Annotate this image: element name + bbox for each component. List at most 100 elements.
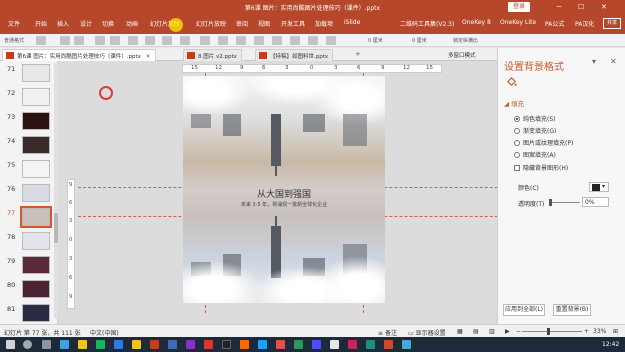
- thumbnail-79[interactable]: 79: [4, 255, 54, 279]
- folder-icon[interactable]: [78, 340, 87, 349]
- tab-animations[interactable]: 动画: [126, 19, 138, 28]
- app-icon[interactable]: [168, 340, 177, 349]
- paint-bucket-icon[interactable]: [506, 76, 517, 87]
- notes-button[interactable]: ≡ 备注: [378, 328, 397, 337]
- crop-icon[interactable]: [200, 36, 210, 45]
- thumbnail-76[interactable]: 76: [4, 183, 54, 207]
- arrange-icon[interactable]: [180, 36, 190, 45]
- fit-slide-icon[interactable]: ⊞: [613, 328, 618, 335]
- slideshow-view-icon[interactable]: ▶: [505, 328, 510, 335]
- reading-view-icon[interactable]: ▥: [489, 328, 495, 335]
- rotate-icon[interactable]: [326, 36, 336, 45]
- redo-icon[interactable]: [74, 36, 84, 45]
- app-icon[interactable]: [222, 340, 231, 349]
- brush-icon[interactable]: [36, 36, 46, 45]
- app-icon[interactable]: [186, 340, 195, 349]
- tab-file[interactable]: 文件: [8, 19, 20, 28]
- radio-gradient-fill[interactable]: 渐变填充(G): [514, 126, 556, 135]
- color-icon[interactable]: [290, 36, 300, 45]
- transparency-input[interactable]: 0%: [582, 197, 609, 207]
- app-icon[interactable]: [402, 340, 411, 349]
- taskbar-clock[interactable]: 12:42: [602, 341, 619, 348]
- share-button[interactable]: 共享: [603, 18, 621, 29]
- tab-addins[interactable]: 加载项: [315, 19, 333, 28]
- thumbnail-75[interactable]: 75: [4, 159, 54, 183]
- radio-dot[interactable]: [514, 140, 520, 146]
- thumbnail-73[interactable]: 73: [4, 111, 54, 135]
- zoom-out-icon[interactable]: −: [516, 328, 521, 335]
- app-icon[interactable]: [276, 340, 285, 349]
- radio-dot[interactable]: [514, 116, 520, 122]
- tab-review[interactable]: 审阅: [236, 19, 248, 28]
- minimize-icon[interactable]: ─: [553, 2, 565, 12]
- picture-icon[interactable]: [218, 36, 228, 45]
- multi-window-toggle[interactable]: 多窗口模式: [448, 51, 476, 59]
- tab-qrcode[interactable]: 二维码工具集(V2.3): [400, 19, 454, 28]
- tab-pa-formula[interactable]: PA公式: [545, 19, 564, 28]
- shape-icon[interactable]: [95, 36, 105, 45]
- tab-home[interactable]: 开始: [35, 19, 47, 28]
- app-icon[interactable]: [258, 340, 267, 349]
- radio-dot[interactable]: [514, 128, 520, 134]
- new-tab-icon[interactable]: +: [355, 50, 361, 58]
- reset-background-button[interactable]: 重置背景(B): [553, 304, 591, 316]
- format-painter-label[interactable]: 普通格式: [4, 37, 24, 44]
- thumbnail-77[interactable]: 77: [4, 206, 54, 231]
- slide-heading[interactable]: 从大国到强国: [183, 187, 385, 200]
- text-box-icon[interactable]: [254, 36, 264, 45]
- tab-transitions[interactable]: 切换: [102, 19, 114, 28]
- normal-view-icon[interactable]: ▦: [457, 328, 463, 335]
- login-button[interactable]: 登录: [508, 2, 530, 12]
- chevron-down-icon[interactable]: ▾: [592, 57, 596, 66]
- tab-onekey8[interactable]: OneKey 8: [462, 19, 491, 26]
- zoom-in-icon[interactable]: +: [584, 328, 589, 335]
- browser-icon[interactable]: [60, 340, 69, 349]
- apply-to-all-button[interactable]: 应用到全部(L): [503, 304, 545, 316]
- zoom-level[interactable]: 33%: [593, 328, 606, 335]
- font-icon[interactable]: [272, 36, 282, 45]
- table-icon[interactable]: [236, 36, 246, 45]
- radio-dot[interactable]: [514, 152, 520, 158]
- app-icon[interactable]: [366, 340, 375, 349]
- tab-view[interactable]: 视图: [258, 19, 270, 28]
- app-icon[interactable]: [330, 340, 339, 349]
- thumbnail-71[interactable]: 71: [4, 63, 54, 87]
- tab-design[interactable]: 设计: [80, 19, 92, 28]
- close-icon[interactable]: ✕: [598, 2, 610, 12]
- slider-handle[interactable]: [549, 199, 552, 206]
- line-icon[interactable]: [110, 36, 120, 45]
- zoom-handle[interactable]: [547, 328, 550, 335]
- start-icon[interactable]: [6, 340, 15, 349]
- display-settings-button[interactable]: ▭ 显示器设置: [408, 328, 446, 337]
- app-icon[interactable]: [294, 340, 303, 349]
- tab-islide[interactable]: iSlide: [344, 19, 360, 26]
- app-icon[interactable]: [348, 340, 357, 349]
- width-field[interactable]: 0 厘米: [412, 37, 427, 44]
- tab-pa-cn[interactable]: PA汉化: [575, 19, 594, 28]
- undo-icon[interactable]: [60, 36, 70, 45]
- tab-developer[interactable]: 开发工具: [281, 19, 305, 28]
- app-icon[interactable]: [384, 340, 393, 349]
- search-icon[interactable]: [23, 340, 32, 349]
- transparency-slider[interactable]: [549, 199, 580, 206]
- close-tab-icon[interactable]: ✕: [146, 54, 151, 60]
- lock-aspect-label[interactable]: 锁定纵横比: [453, 37, 478, 44]
- tab-insert[interactable]: 插入: [57, 19, 69, 28]
- app-icon[interactable]: [240, 340, 249, 349]
- maximize-icon[interactable]: ☐: [575, 2, 587, 12]
- thumbnail-78[interactable]: 78: [4, 231, 54, 255]
- language-status[interactable]: 中文(中国): [90, 328, 119, 337]
- app-icon[interactable]: [204, 340, 213, 349]
- doc-tab-current[interactable]: 第6课 图片：实用尚酷图片处理技巧（课件）.pptx ✕: [2, 49, 156, 61]
- checkbox-box[interactable]: [514, 165, 520, 171]
- thumbnail-80[interactable]: 80: [4, 279, 54, 303]
- sorter-view-icon[interactable]: ▤: [473, 328, 479, 335]
- distribute-icon[interactable]: [145, 36, 155, 45]
- group-icon[interactable]: [162, 36, 172, 45]
- slide[interactable]: 从大国到强国 未来 3-5 年，将涌现一批新全球化企业: [183, 76, 385, 303]
- thumbnail-72[interactable]: 72: [4, 87, 54, 111]
- radio-solid-fill[interactable]: 纯色填充(S): [514, 114, 556, 123]
- radio-pattern-fill[interactable]: 图案填充(A): [514, 150, 556, 159]
- close-icon[interactable]: ✕: [610, 57, 617, 66]
- slide-subheading[interactable]: 未来 3-5 年，将涌现一批新全球化企业: [183, 201, 385, 208]
